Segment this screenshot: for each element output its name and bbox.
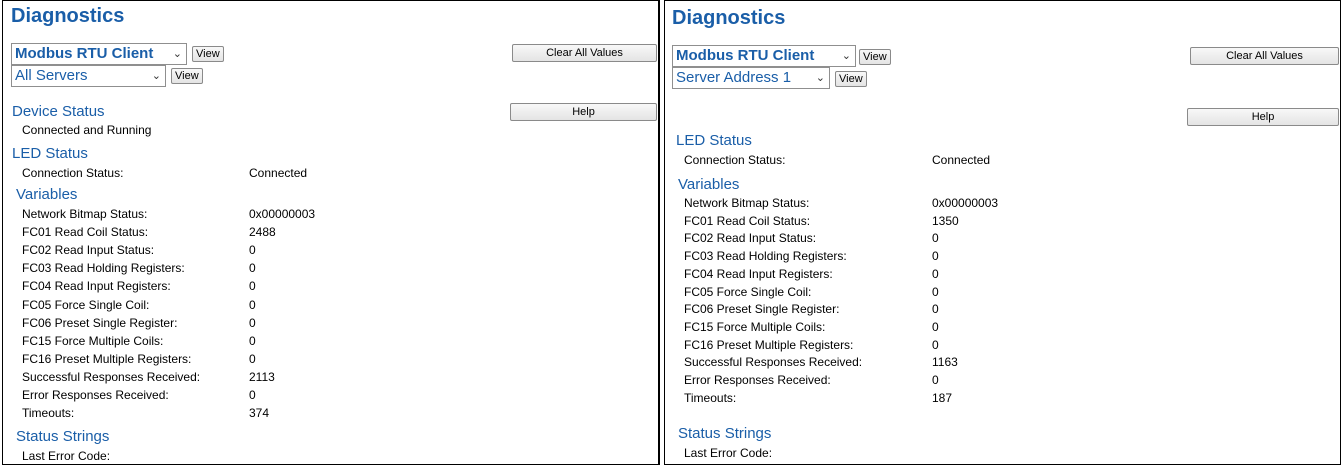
chevron-down-icon: ⌄ (172, 48, 182, 60)
row-label: Error Responses Received: (22, 388, 169, 402)
row-value: 0 (932, 266, 939, 281)
chevron-down-icon: ⌄ (151, 70, 161, 82)
row-label: Successful Responses Received: (684, 355, 863, 370)
row-label: FC03 Read Holding Registers: (22, 261, 185, 276)
diagnostics-panel-left: Diagnostics Modbus RTU Client ⌄ View All… (2, 0, 660, 465)
row-value: 0 (249, 333, 256, 348)
row-value: Connected (249, 166, 308, 180)
protocol-select[interactable]: Modbus RTU Client ⌄ (672, 45, 856, 67)
led-status-heading: LED Status (12, 145, 88, 162)
row-value: 0 (932, 284, 939, 299)
protocol-select[interactable]: Modbus RTU Client ⌄ (11, 43, 187, 65)
help-button[interactable]: Help (510, 103, 657, 121)
server-select[interactable]: All Servers ⌄ (11, 65, 166, 87)
variables-heading: Variables (16, 186, 78, 203)
server-select-value: Server Address 1 (676, 69, 792, 86)
row-value: 0 (932, 302, 939, 317)
row-label: FC06 Preset Single Register: (22, 315, 178, 330)
row-label: FC02 Read Input Status: (684, 231, 817, 246)
row-value: 0x00000003 (249, 207, 316, 221)
chevron-down-icon: ⌄ (815, 72, 825, 84)
device-status-text: Connected and Running (22, 123, 152, 137)
device-status-heading: Device Status (12, 103, 105, 120)
row-value: 2488 (249, 225, 276, 240)
row-value: 0 (249, 388, 256, 402)
row-value: 2113 (249, 369, 275, 384)
row-label: FC05 Force Single Coil: (22, 297, 150, 312)
led-status-heading: LED Status (676, 132, 752, 149)
row-label: Network Bitmap Status: (22, 207, 148, 221)
row-label: Last Error Code: (684, 446, 773, 460)
row-label: FC02 Read Input Status: (22, 243, 155, 258)
row-value: 0 (249, 279, 256, 294)
server-select-value: All Servers (15, 67, 88, 84)
clear-all-values-button[interactable]: Clear All Values (1190, 47, 1339, 65)
protocol-select-value: Modbus RTU Client (676, 47, 815, 64)
row-label: FC04 Read Input Registers: (684, 266, 833, 281)
row-label: FC15 Force Multiple Coils: (22, 333, 164, 348)
view-server-button[interactable]: View (835, 71, 867, 87)
view-server-button[interactable]: View (171, 68, 203, 84)
row-value: 0 (932, 373, 939, 387)
row-value: 0 (932, 337, 939, 352)
page-title: Diagnostics (11, 5, 125, 27)
row-value: 0 (932, 231, 939, 246)
row-label: FC06 Preset Single Register: (684, 302, 840, 317)
clear-all-values-button[interactable]: Clear All Values (512, 44, 657, 62)
row-value: 0 (249, 297, 256, 312)
row-label: Connection Status: (684, 153, 786, 167)
row-value: 187 (932, 390, 953, 405)
chevron-down-icon: ⌄ (841, 50, 851, 62)
server-select[interactable]: Server Address 1 ⌄ (672, 67, 830, 89)
row-label: FC04 Read Input Registers: (22, 279, 171, 294)
row-label: FC01 Read Coil Status: (22, 225, 149, 240)
row-label: Error Responses Received: (684, 373, 831, 387)
status-strings-heading: Status Strings (678, 425, 772, 442)
row-label: Connection Status: (22, 166, 124, 180)
row-value: 0 (249, 261, 256, 276)
row-value: 1163 (932, 355, 958, 370)
row-value: 1350 (932, 213, 959, 228)
row-label: FC03 Read Holding Registers: (684, 249, 847, 264)
variables-heading: Variables (678, 176, 740, 193)
help-button[interactable]: Help (1187, 108, 1339, 126)
status-strings-heading: Status Strings (16, 428, 110, 445)
protocol-select-value: Modbus RTU Client (15, 45, 154, 62)
row-label: Last Error Code: (22, 449, 111, 463)
row-label: Successful Responses Received: (22, 369, 201, 384)
row-value: 0 (932, 319, 939, 334)
row-label: Timeouts: (684, 390, 737, 405)
row-value: 0 (249, 315, 256, 330)
page-title: Diagnostics (672, 7, 786, 29)
row-value: 0 (932, 249, 939, 264)
row-label: Network Bitmap Status: (684, 196, 810, 210)
row-label: FC15 Force Multiple Coils: (684, 319, 826, 334)
row-label: FC01 Read Coil Status: (684, 213, 811, 228)
view-protocol-button[interactable]: View (192, 46, 224, 62)
diagnostics-panel-right: Diagnostics Modbus RTU Client ⌄ View Ser… (664, 0, 1341, 465)
row-label: FC16 Preset Multiple Registers: (684, 337, 854, 352)
row-value: 0x00000003 (932, 196, 999, 210)
row-value: 374 (249, 406, 270, 421)
row-value: Connected (932, 153, 991, 167)
row-label: Timeouts: (22, 406, 75, 421)
row-value: 0 (249, 243, 256, 258)
row-value: 0 (249, 351, 256, 366)
row-label: FC16 Preset Multiple Registers: (22, 351, 192, 366)
row-label: FC05 Force Single Coil: (684, 284, 812, 299)
view-protocol-button[interactable]: View (859, 49, 891, 65)
